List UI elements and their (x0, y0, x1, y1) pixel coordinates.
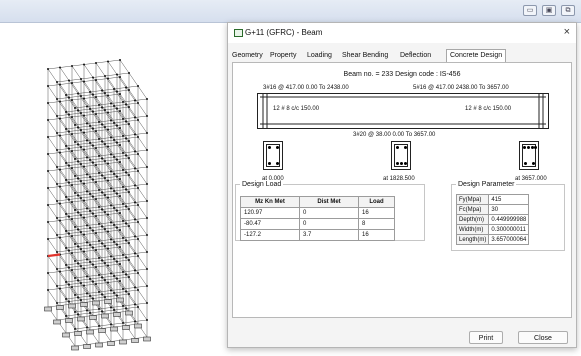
param-row: Depth(m) 0.449999988 (455, 214, 530, 225)
close-button[interactable]: Close (518, 331, 568, 344)
app-icon (234, 29, 243, 37)
window-close-button[interactable]: ⧉ (561, 5, 575, 16)
param-key: Fc(Mpa) (455, 204, 490, 215)
cell-load: 16 (358, 207, 395, 219)
structure-3d-view[interactable] (0, 22, 240, 356)
bottom-bars-label: 3#20 @ 38.00 0.00 To 3657.00 (353, 132, 436, 138)
maximize-button[interactable]: ▣ (542, 5, 556, 16)
table-row[interactable]: -80.47 0 8 (240, 218, 395, 230)
design-load-table: Mz Kn Met Dist Met Load 120.97 0 16 -80.… (240, 196, 395, 241)
design-load-title: Design Load (242, 181, 282, 188)
stirrups-left-label: 12 # 8 c/c 150.00 (273, 106, 320, 112)
top-right-bars-label: 5#16 @ 417.00 2438.00 To 3657.00 (413, 85, 509, 91)
beam-info: Beam no. = 233 Design code : IS-456 (343, 71, 461, 78)
design-parameter-table: Fy(Mpa) 415 Fc(Mpa) 30 Depth(m) 0.449999… (455, 194, 530, 245)
concrete-design-panel: Beam no. = 233 Design code : IS-456 3#16… (232, 62, 572, 318)
tab-deflection[interactable]: Deflection (400, 50, 431, 62)
beam-dialog: G+11 (GFRC) - Beam × Geometry Property L… (227, 22, 577, 348)
col-header-mz: Mz Kn Met (240, 196, 300, 208)
tab-loading[interactable]: Loading (307, 50, 332, 62)
section-mid (391, 141, 411, 170)
cell-load: 8 (358, 218, 395, 230)
dialog-title-bar: G+11 (GFRC) - Beam × (228, 23, 576, 43)
col-header-dist: Dist Met (299, 196, 359, 208)
design-parameter-title: Design Parameter (458, 181, 515, 188)
design-load-group: Design Load Mz Kn Met Dist Met Load 120.… (235, 181, 425, 241)
window-title-bar: ▭ ▣ ⧉ (0, 0, 581, 23)
param-key: Fy(Mpa) (455, 194, 490, 205)
table-header-row: Mz Kn Met Dist Met Load (240, 196, 395, 208)
param-value[interactable]: 3.657000064 (488, 234, 530, 245)
cell-dist: 3.7 (299, 229, 359, 241)
cell-dist: 0 (299, 207, 359, 219)
cell-mz: 120.97 (240, 207, 300, 219)
section-end (519, 141, 539, 170)
print-button[interactable]: Print (469, 331, 503, 344)
section-start (263, 141, 283, 170)
table-row[interactable]: -127.2 3.7 16 (240, 229, 395, 241)
param-key: Length(m) (455, 234, 490, 245)
tab-property[interactable]: Property (270, 50, 296, 62)
cell-mz: -80.47 (240, 218, 300, 230)
param-value[interactable]: 415 (488, 194, 530, 205)
param-key: Width(m) (455, 224, 490, 235)
table-row[interactable]: 120.97 0 16 (240, 207, 395, 219)
minimize-button[interactable]: ▭ (523, 5, 537, 16)
param-value[interactable]: 0.449999988 (488, 214, 530, 225)
cell-load: 16 (358, 229, 395, 241)
top-left-bars-label: 3#16 @ 417.00 0.00 To 2438.00 (263, 85, 349, 91)
col-header-load: Load (358, 196, 395, 208)
param-row: Length(m) 3.657000064 (455, 234, 530, 245)
design-parameter-group: Design Parameter Fy(Mpa) 415 Fc(Mpa) 30 … (451, 181, 565, 251)
dialog-title: G+11 (GFRC) - Beam (245, 28, 323, 37)
param-row: Fc(Mpa) 30 (455, 204, 530, 215)
param-row: Width(m) 0.300000011 (455, 224, 530, 235)
param-value[interactable]: 0.300000011 (488, 224, 530, 235)
tab-concrete-design[interactable]: Concrete Design (446, 49, 507, 62)
param-row: Fy(Mpa) 415 (455, 194, 530, 205)
dialog-close-icon[interactable]: × (564, 26, 570, 38)
stirrups-right-label: 12 # 8 c/c 150.00 (465, 106, 512, 112)
tab-shear-bending[interactable]: Shear Bending (342, 50, 388, 62)
param-key: Depth(m) (455, 214, 490, 225)
cell-mz: -127.2 (240, 229, 300, 241)
cell-dist: 0 (299, 218, 359, 230)
param-value[interactable]: 30 (488, 204, 530, 215)
tab-geometry[interactable]: Geometry (232, 50, 263, 62)
